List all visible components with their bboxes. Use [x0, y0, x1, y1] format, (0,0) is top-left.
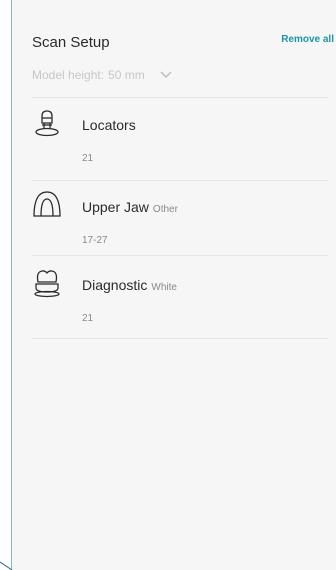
scan-item-subtitle: White — [151, 282, 177, 293]
remove-all-button[interactable]: Remove all — [281, 34, 334, 45]
scan-item-name: Diagnostic White — [82, 277, 177, 293]
scan-item-name: Upper Jaw Other — [82, 199, 178, 215]
chevron-down-icon — [160, 71, 172, 79]
scan-item-locators[interactable]: Locators 21 — [32, 108, 328, 188]
model-height-dropdown[interactable]: Model height: 50 mm — [32, 68, 173, 82]
divider — [32, 180, 328, 181]
scan-item-teeth: 17-27 — [82, 235, 108, 246]
scan-item-title: Locators — [82, 117, 136, 133]
diagnostic-model-icon — [34, 270, 60, 298]
scan-item-upper-jaw[interactable]: Upper Jaw Other 17-27 — [32, 190, 328, 270]
upper-jaw-icon — [33, 191, 61, 217]
panel-title: Scan Setup — [32, 34, 110, 51]
scan-item-name: Locators — [82, 117, 136, 133]
divider — [32, 255, 328, 256]
model-height-value: 50 mm — [108, 68, 145, 82]
scan-item-teeth: 21 — [82, 153, 94, 164]
scan-setup-page: Scan Setup Remove all Model height: 50 m… — [0, 0, 336, 570]
scan-item-diagnostic[interactable]: Diagnostic White 21 — [32, 268, 328, 348]
model-height-label: Model height: — [32, 68, 105, 82]
scan-item-subtitle: Other — [152, 204, 178, 215]
scan-item-teeth: 21 — [82, 313, 94, 324]
scan-item-title: Diagnostic — [82, 277, 148, 293]
divider — [32, 97, 328, 98]
scan-item-title: Upper Jaw — [82, 199, 149, 215]
scan-setup-panel: Scan Setup Remove all Model height: 50 m… — [12, 0, 336, 570]
divider — [32, 338, 328, 339]
locator-icon — [35, 110, 59, 137]
